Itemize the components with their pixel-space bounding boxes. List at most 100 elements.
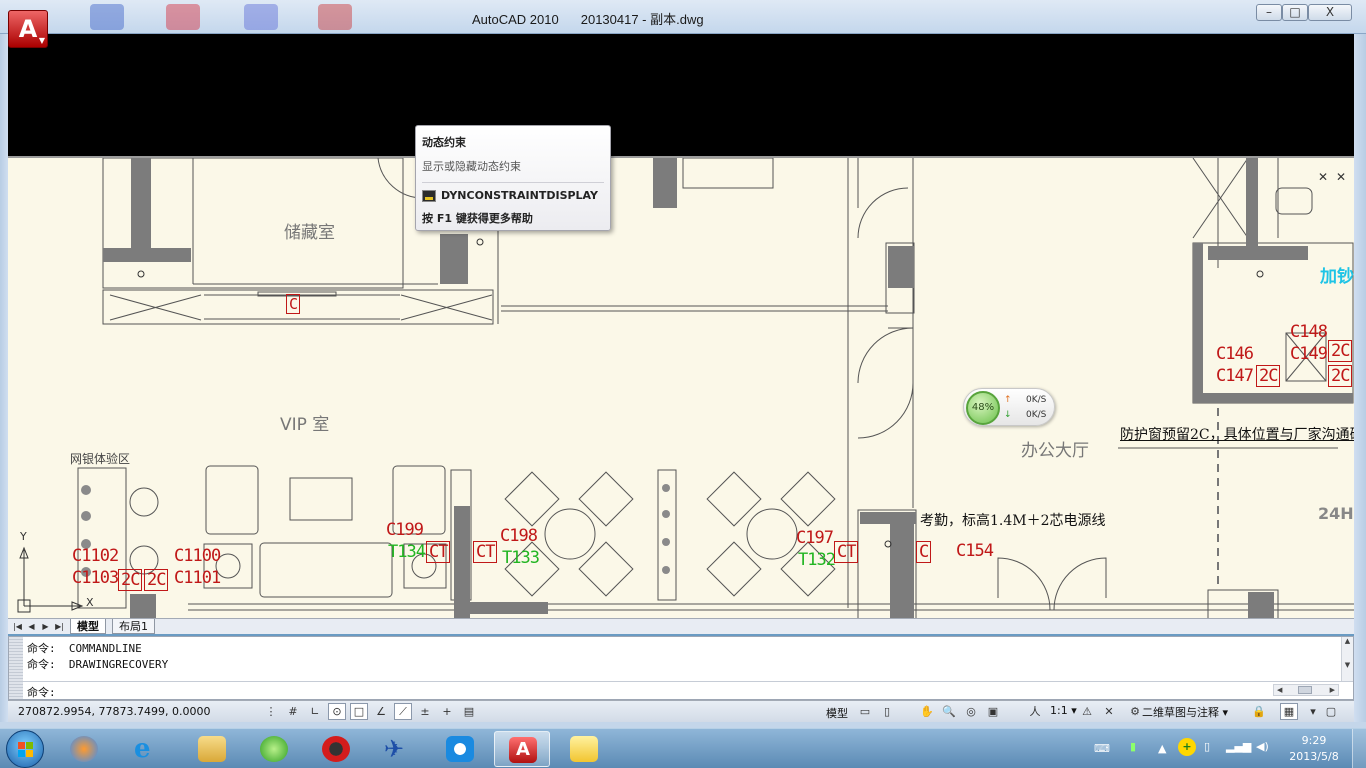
drawing-canvas[interactable]: 储藏室 VIP 室 办公大厅 网银体验区 C C199 T134 CT CT C…: [8, 156, 1354, 618]
quick-access-icon[interactable]: [244, 4, 278, 30]
annotation-add-cash: 加钞: [1320, 267, 1354, 287]
taskbar-app-autocad[interactable]: A: [494, 731, 550, 767]
first-tab-icon[interactable]: |◀: [12, 621, 23, 633]
arrow-down-icon: ↓: [1004, 410, 1012, 420]
prev-tab-icon[interactable]: ◀: [26, 621, 37, 633]
tab-model[interactable]: 模型: [70, 619, 106, 634]
grid-display-icon[interactable]: #: [284, 703, 302, 720]
application-menu-button[interactable]: A ▼: [8, 10, 48, 48]
clock-time: 9:29: [1301, 734, 1327, 747]
cad-label: C146: [1216, 344, 1254, 364]
taskbar-app[interactable]: [56, 731, 112, 767]
next-tab-icon[interactable]: ▶: [40, 621, 51, 633]
minimize-button[interactable]: –: [1256, 4, 1282, 21]
cad-label: C1102: [72, 546, 119, 566]
object-snap-tracking-icon[interactable]: ∠: [372, 703, 390, 720]
command-tooltip: 动态约束 显示或隐藏动态约束 DYNCONSTRAINTDISPLAY 按 F1…: [415, 125, 611, 231]
quick-access-icon[interactable]: [166, 4, 200, 30]
dynamic-input-icon[interactable]: ±: [416, 703, 434, 720]
cursor-coordinates[interactable]: 270872.9954, 77873.7499, 0.0000: [18, 705, 210, 718]
cad-label: 2C: [144, 569, 169, 591]
device-icon[interactable]: ▯: [1204, 740, 1210, 753]
model-space-label[interactable]: 模型: [826, 705, 848, 721]
viewport-close-icon[interactable]: ✕: [1318, 170, 1328, 184]
object-snap-icon[interactable]: □: [350, 703, 368, 720]
viewport-close-icon[interactable]: ✕: [1336, 170, 1346, 184]
last-tab-icon[interactable]: ▶|: [54, 621, 65, 633]
ortho-mode-icon[interactable]: ∟: [306, 703, 324, 720]
polar-tracking-icon[interactable]: ⊙: [328, 703, 346, 720]
taskbar-app[interactable]: [246, 731, 302, 767]
tooltip-command-name: DYNCONSTRAINTDISPLAY: [441, 189, 598, 202]
taskbar-app[interactable]: [432, 731, 488, 767]
media-player-icon: [322, 736, 350, 762]
clock-date: 2013/5/8: [1289, 750, 1339, 763]
taskbar-app[interactable]: [556, 731, 612, 767]
cad-label: 2C: [1328, 340, 1353, 362]
showmotion-icon[interactable]: ▣: [984, 703, 1002, 720]
workspace-switch[interactable]: 二维草图与注释 ▾: [1142, 704, 1228, 720]
tab-layout1[interactable]: 布局1: [112, 619, 155, 634]
cad-label: T133: [502, 548, 540, 568]
steeringwheel-icon[interactable]: ◎: [962, 703, 980, 720]
title-bar: AutoCAD 2010 20130417 - 副本.dwg – □ X: [0, 0, 1366, 34]
hardware-acceleration-icon[interactable]: ▦: [1280, 703, 1298, 720]
command-scrollbar[interactable]: ▲ ▼: [1341, 637, 1353, 681]
command-window: 命令: COMMANDLINE 命令: DRAWINGRECOVERY ▲ ▼ 命…: [8, 636, 1354, 700]
show-hidden-icons[interactable]: ▲: [1158, 742, 1166, 755]
cad-label: 2C: [1328, 365, 1353, 387]
zoom-icon[interactable]: 🔍: [940, 703, 958, 720]
battery-icon[interactable]: ▮: [1130, 740, 1136, 753]
tooltip-title: 动态约束: [422, 136, 466, 149]
start-button[interactable]: [6, 730, 44, 768]
taskbar-app[interactable]: [308, 731, 364, 767]
clean-screen-icon[interactable]: ▢: [1322, 703, 1340, 720]
window-frame-left: [0, 34, 8, 722]
scroll-thumb[interactable]: [1298, 686, 1312, 694]
close-button[interactable]: X: [1308, 4, 1352, 21]
network-signal-icon[interactable]: ▂▄▆: [1226, 740, 1251, 753]
show-desktop-button[interactable]: [1352, 729, 1366, 768]
layout-icon[interactable]: ▭: [856, 703, 874, 720]
command-input[interactable]: 命令:: [23, 681, 1353, 699]
bird-icon: ✈: [384, 735, 405, 763]
cad-label: C1101: [174, 568, 221, 588]
colorful-ball-icon: [70, 736, 98, 762]
cad-label: C: [916, 541, 932, 563]
status-menu-icon[interactable]: ▾: [1304, 703, 1322, 720]
network-usage-ball: 48%: [966, 391, 1000, 425]
window-frame-right: [1354, 34, 1366, 722]
annotation-scale-icon[interactable]: 人: [1026, 703, 1044, 720]
snap-mode-icon[interactable]: ⋮: [262, 703, 280, 720]
command-hscrollbar[interactable]: ◀ ▶: [1273, 684, 1339, 696]
dynamic-ucs-icon[interactable]: ⟋: [394, 703, 412, 720]
maximize-button[interactable]: □: [1282, 4, 1308, 21]
taskbar-app[interactable]: [184, 731, 240, 767]
pan-icon[interactable]: ✋: [918, 703, 936, 720]
tooltip-command: DYNCONSTRAINTDISPLAY: [422, 189, 604, 202]
security-plus-icon[interactable]: +: [1178, 738, 1196, 756]
volume-icon[interactable]: ◀): [1256, 740, 1269, 753]
command-prompt: 命令:: [27, 686, 56, 699]
keyboard-icon[interactable]: ⌨: [1094, 742, 1110, 755]
lock-icon[interactable]: 🔒: [1250, 703, 1268, 720]
taskbar-app[interactable]: ✈: [370, 731, 426, 767]
network-speed-widget[interactable]: 48% ↑ 0K/S ↓ 0K/S: [963, 388, 1055, 426]
annotation-scale[interactable]: 1:1 ▾: [1050, 704, 1077, 717]
quick-access-icon[interactable]: [318, 4, 352, 30]
cad-label: C149: [1290, 344, 1328, 364]
lineweight-icon[interactable]: +: [438, 703, 456, 720]
cad-label: C148: [1290, 322, 1328, 342]
download-speed-value: 0K/S: [1026, 410, 1047, 420]
annotation-visibility-icon[interactable]: ⚠: [1078, 703, 1096, 720]
cad-label: C147: [1216, 366, 1254, 386]
layout-icon[interactable]: ▯: [878, 703, 896, 720]
annotation-window-note: 防护窗预留2C，具体位置与厂家沟通确认: [1120, 427, 1354, 443]
quick-properties-icon[interactable]: ▤: [460, 703, 478, 720]
command-window-grip[interactable]: [9, 637, 23, 699]
taskbar-app[interactable]: e: [120, 731, 176, 767]
layout-tabs-bar: |◀ ◀ ▶ ▶| 模型 布局1: [8, 618, 1354, 634]
quick-access-icon[interactable]: [90, 4, 124, 30]
auto-scale-icon[interactable]: ✕: [1100, 703, 1118, 720]
system-clock[interactable]: 9:29 2013/5/8: [1286, 733, 1342, 765]
